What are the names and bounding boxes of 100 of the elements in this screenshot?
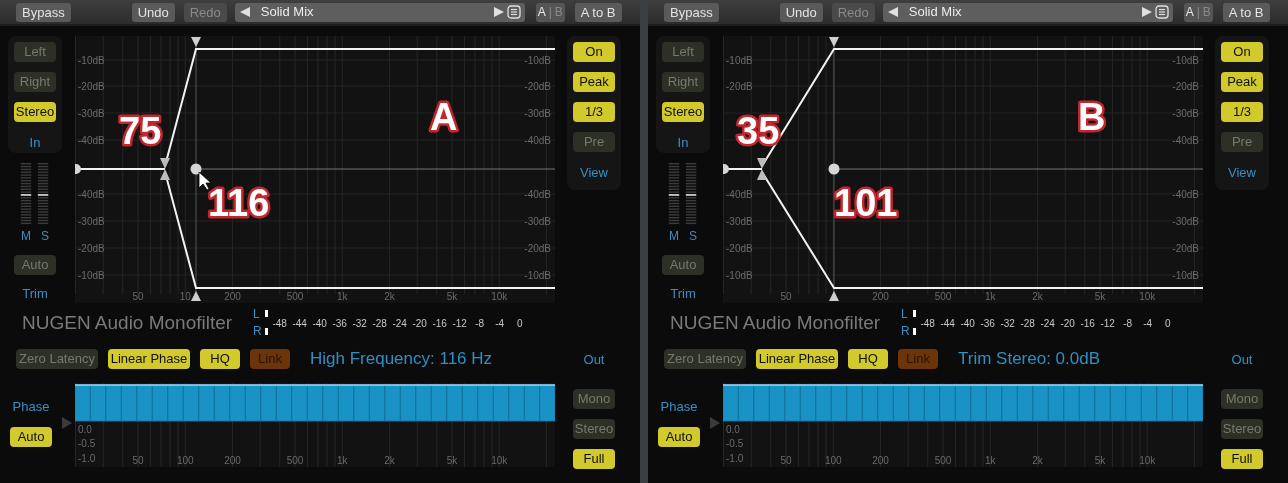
- ab-option[interactable]: A: [537, 3, 546, 21]
- phase-label: Phase: [660, 398, 698, 416]
- meter-label: S: [41, 228, 49, 245]
- axis-label: -0.5: [726, 438, 744, 449]
- toggle-button[interactable]: Auto: [662, 255, 704, 275]
- ab-option[interactable]: A: [1185, 3, 1194, 21]
- undo-button[interactable]: Undo: [779, 2, 823, 22]
- toggle-button[interactable]: HQ: [200, 349, 240, 369]
- toggle-button[interactable]: Linear Phase: [108, 349, 190, 369]
- axis-label: -40dB: [726, 189, 753, 200]
- axis-label: -20dB: [524, 243, 551, 254]
- scale-label: -8: [1122, 316, 1134, 331]
- toggle-button[interactable]: Pre: [1221, 132, 1263, 152]
- low-frequency-value: 75: [119, 110, 162, 152]
- handle-icon: [75, 164, 81, 174]
- axis-label: -10dB: [726, 270, 753, 281]
- output-mode-button[interactable]: Full: [1221, 448, 1263, 469]
- axis-label: 1k: [985, 291, 996, 302]
- scale-label: -36: [331, 316, 348, 331]
- right-arrow-icon[interactable]: [1141, 6, 1153, 18]
- status-text: High Frequency: 116 Hz: [310, 348, 493, 371]
- scale-label: -32: [351, 316, 368, 331]
- copy-a-to-b-button[interactable]: A to B: [574, 2, 622, 22]
- toggle-button[interactable]: Zero Latency: [664, 349, 746, 369]
- product-title: NUGEN Audio Monofilter: [22, 310, 234, 335]
- scale-label: -28: [1019, 316, 1036, 331]
- scale-label: -40: [959, 316, 976, 331]
- toggle-button[interactable]: Pre: [573, 132, 615, 152]
- output-mode-button[interactable]: Full: [573, 448, 615, 469]
- toggle-button[interactable]: Right: [662, 72, 704, 92]
- toggle-button[interactable]: Peak: [573, 72, 615, 92]
- scale-label: -12: [451, 316, 468, 331]
- toggle-button[interactable]: 1/3: [573, 102, 615, 122]
- axis-label: -40dB: [1172, 135, 1199, 146]
- axis-label: 10k: [1139, 455, 1156, 466]
- scale-label: -40: [311, 316, 328, 331]
- trim-label: Trim: [670, 284, 696, 303]
- toggle-button[interactable]: 1/3: [1221, 102, 1263, 122]
- cursor-icon: [198, 171, 212, 191]
- toggle-button[interactable]: Zero Latency: [16, 349, 98, 369]
- axis-label: -10dB: [78, 270, 105, 281]
- toggle-button[interactable]: Auto: [14, 255, 56, 275]
- output-mode-button[interactable]: Mono: [573, 388, 615, 409]
- separator-text: |: [1196, 4, 1200, 21]
- axis-label: -20dB: [1172, 81, 1199, 92]
- scale-label: -48: [919, 316, 936, 331]
- output-mode-button[interactable]: Stereo: [573, 418, 615, 439]
- toggle-button[interactable]: Peak: [1221, 72, 1263, 92]
- hourglass-handle-icon: [160, 158, 170, 180]
- axis-label: 0.0: [726, 424, 740, 435]
- toggle-button[interactable]: Linear Phase: [756, 349, 838, 369]
- axis-label: 5k: [446, 291, 458, 302]
- left-arrow-icon[interactable]: [238, 6, 251, 18]
- toggle-button[interactable]: Stereo: [14, 102, 56, 122]
- undo-button[interactable]: Undo: [131, 2, 175, 22]
- channel-label: R: [901, 323, 910, 340]
- axis-label: 2k: [1032, 455, 1043, 466]
- toggle-button[interactable]: On: [573, 42, 615, 62]
- phase-marker-icon: [710, 417, 720, 429]
- level-meter-drawing: [668, 162, 698, 225]
- triangle-handle-icon: [829, 291, 839, 301]
- copy-a-to-b-button[interactable]: A to B: [1222, 2, 1270, 22]
- output-mode-button[interactable]: Mono: [1221, 388, 1263, 409]
- toggle-button[interactable]: Left: [662, 42, 704, 62]
- list-icon[interactable]: [1154, 5, 1169, 19]
- axis-label: 500: [286, 291, 304, 302]
- axis-label: 5k: [1094, 291, 1106, 302]
- axis-label: -40dB: [524, 135, 551, 146]
- toggle-button[interactable]: Auto: [10, 426, 52, 447]
- toggle-button[interactable]: HQ: [848, 349, 888, 369]
- handle-icon: [190, 163, 202, 175]
- out-label: Out: [1231, 351, 1253, 369]
- view-link[interactable]: View: [1228, 163, 1256, 183]
- axis-label: 10: [179, 291, 191, 302]
- axis-label: -30dB: [1172, 216, 1199, 227]
- toggle-button[interactable]: Auto: [658, 426, 700, 447]
- toggle-button[interactable]: Left: [14, 42, 56, 62]
- status-text: Trim Stereo: 0.0dB: [958, 348, 1101, 371]
- toggle-button[interactable]: Stereo: [662, 102, 704, 122]
- axis-label: -10dB: [1172, 270, 1199, 281]
- left-arrow-icon[interactable]: [886, 6, 899, 18]
- axis-label: -40dB: [1172, 189, 1199, 200]
- axis-label: 1k: [985, 455, 996, 466]
- toggle-button[interactable]: On: [1221, 42, 1263, 62]
- view-link[interactable]: View: [580, 163, 608, 183]
- low-frequency-value: 35: [737, 110, 780, 152]
- list-icon[interactable]: [506, 5, 521, 19]
- scale-label: -32: [999, 316, 1016, 331]
- bypass-button[interactable]: Bypass: [664, 2, 719, 22]
- axis-label: 5k: [446, 455, 458, 466]
- output-mode-button[interactable]: Stereo: [1221, 418, 1263, 439]
- toggle-button[interactable]: Right: [14, 72, 56, 92]
- scale-label: -4: [1142, 316, 1154, 331]
- scale-label: -16: [431, 316, 448, 331]
- preset-letter: A: [430, 96, 458, 138]
- axis-label: -10dB: [1172, 55, 1199, 66]
- scale-label: -36: [979, 316, 996, 331]
- bypass-button[interactable]: Bypass: [16, 2, 71, 22]
- scale-label: -44: [291, 316, 308, 331]
- right-arrow-icon[interactable]: [493, 6, 505, 18]
